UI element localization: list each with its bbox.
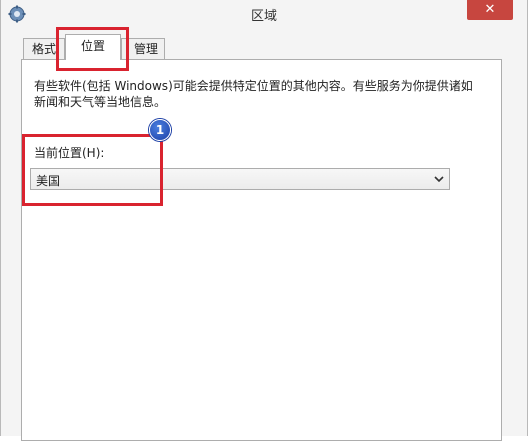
current-location-select[interactable]: 美国 [30,168,450,190]
tab-manage-label: 管理 [133,42,158,56]
current-location-value: 美国 [36,174,61,188]
current-location-label: 当前位置(H): [34,146,105,160]
title-bar[interactable]: 区域 ✕ [1,0,527,28]
tab-strip: 格式 位置 管理 [1,34,527,60]
tab-manage[interactable]: 管理 [121,38,165,59]
close-icon: ✕ [484,2,496,17]
step-badge: 1 [149,119,171,141]
tab-format[interactable]: 格式 [23,38,65,59]
region-dialog: 区域 ✕ 格式 位置 管理 有些软件(包括 Windows)可能会提供特定位置的… [0,0,528,441]
tab-location-label: 位置 [80,39,105,53]
location-panel: 有些软件(包括 Windows)可能会提供特定位置的其他内容。有些服务为你提供诸… [21,59,502,441]
chevron-down-icon [434,176,444,183]
location-description: 有些软件(包括 Windows)可能会提供特定位置的其他内容。有些服务为你提供诸… [34,79,473,109]
window-title: 区域 [250,9,277,24]
tab-location[interactable]: 位置 [65,34,121,60]
tab-format-label: 格式 [31,42,56,56]
close-button[interactable]: ✕ [467,0,513,20]
